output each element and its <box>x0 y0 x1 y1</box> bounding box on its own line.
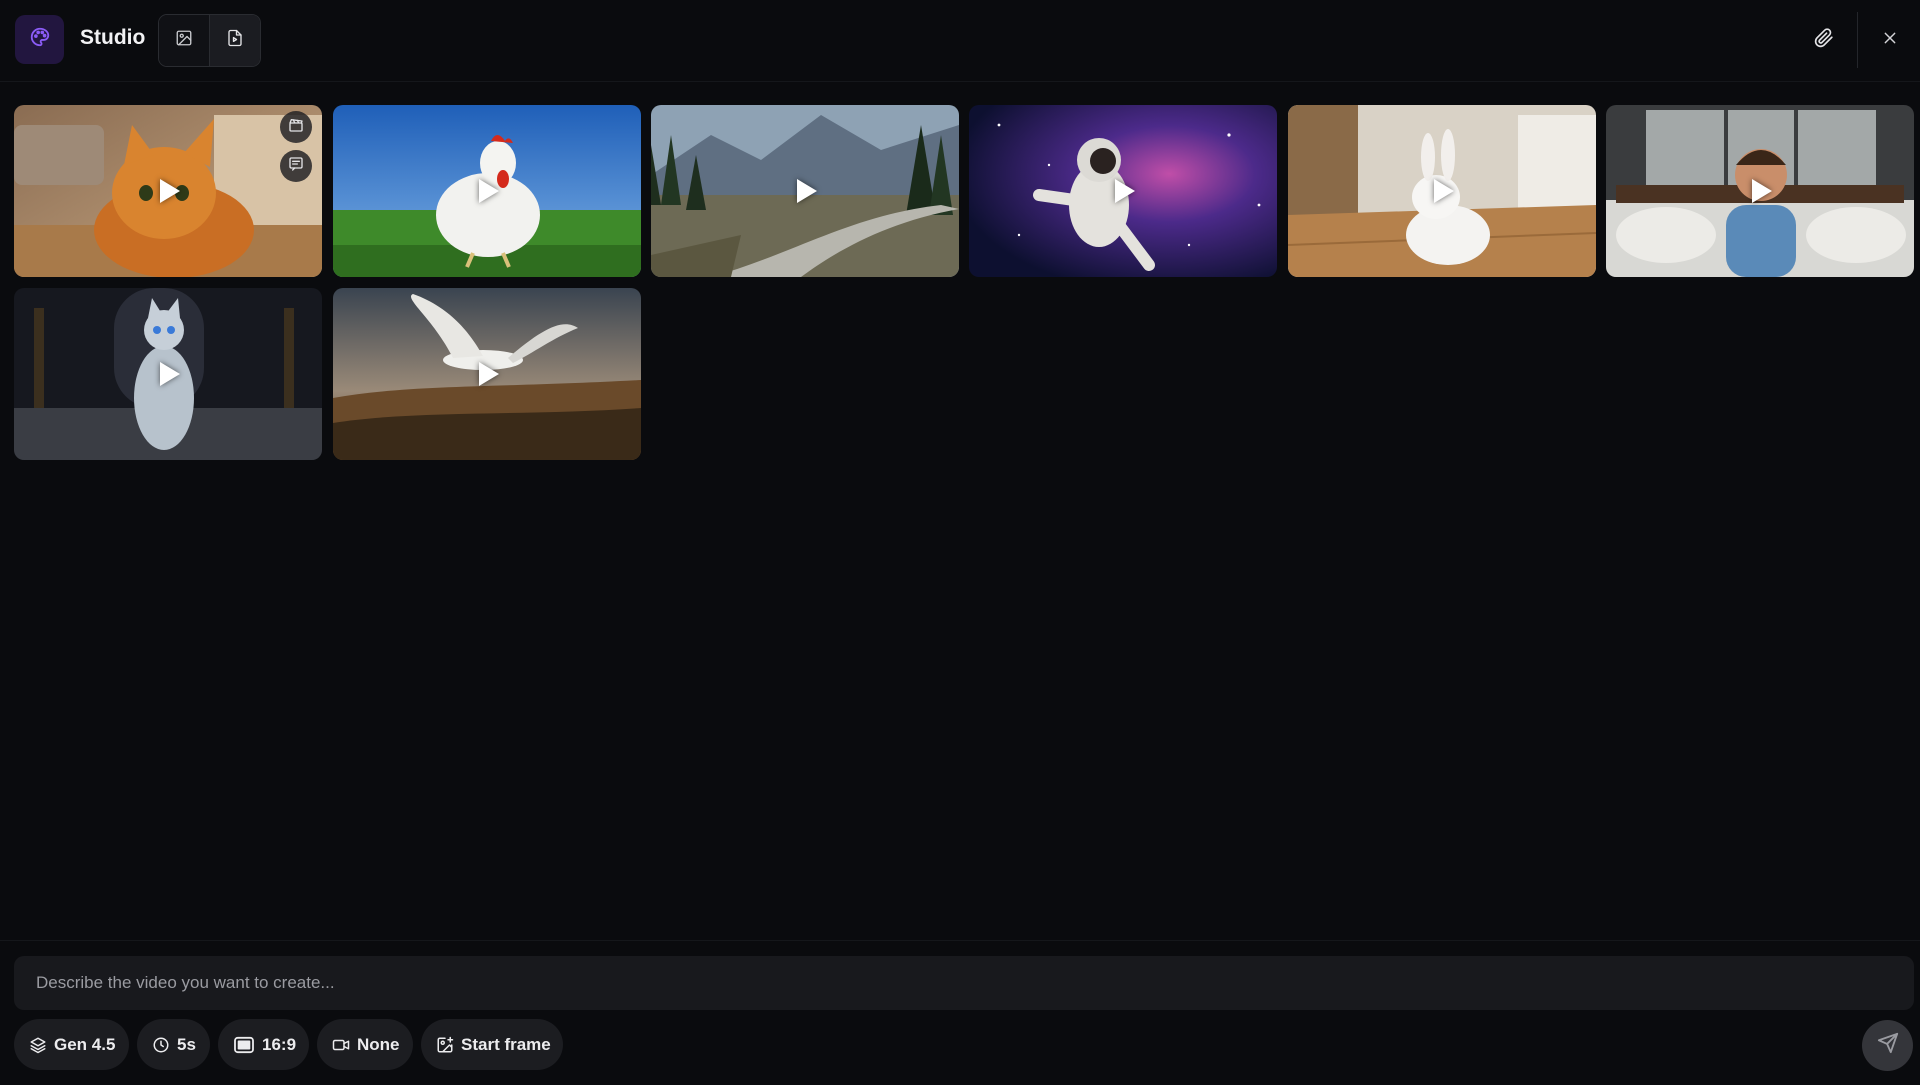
aspect-ratio-label: 16:9 <box>262 1034 297 1054</box>
app-logo <box>15 15 64 64</box>
video-thumbnail-boy-in-bed[interactable] <box>1606 105 1914 277</box>
clock-icon <box>152 1036 170 1054</box>
prompt-input[interactable] <box>14 956 1914 1010</box>
mode-switch <box>158 14 261 67</box>
camera-motion-label: None <box>357 1034 400 1054</box>
video-camera-icon <box>332 1036 350 1054</box>
video-thumbnail-rabbit[interactable] <box>1288 105 1596 277</box>
image-plus-icon <box>436 1036 454 1054</box>
close-icon <box>1882 30 1898 51</box>
clapperboard-button[interactable] <box>280 111 312 143</box>
model-label: Gen 4.5 <box>54 1034 116 1054</box>
send-button[interactable] <box>1862 1020 1913 1071</box>
video-thumbnail-cat[interactable] <box>14 105 322 277</box>
send-icon <box>1877 1032 1899 1059</box>
video-thumbnail-mountain-road[interactable] <box>651 105 959 277</box>
clapperboard-icon <box>288 117 304 138</box>
play-icon <box>160 179 180 203</box>
start-frame-label: Start frame <box>461 1034 551 1054</box>
play-icon <box>479 362 499 386</box>
video-thumbnail-astronaut[interactable] <box>969 105 1277 277</box>
model-selector[interactable]: Gen 4.5 <box>14 1019 129 1070</box>
message-icon <box>288 156 304 177</box>
close-button[interactable] <box>1872 22 1908 58</box>
attach-button[interactable] <box>1806 22 1842 58</box>
video-thumbnail-crystal-cat[interactable] <box>14 288 322 460</box>
app-title: Studio <box>80 26 146 49</box>
aspect-ratio-icon <box>233 1036 255 1054</box>
aspect-ratio-selector[interactable]: 16:9 <box>218 1019 309 1070</box>
palette-icon <box>29 26 51 53</box>
top-bar: Studio <box>0 0 1920 82</box>
image-icon <box>175 29 193 52</box>
prompt-box <box>14 956 1914 1010</box>
composer-divider <box>0 940 1920 941</box>
play-icon <box>797 179 817 203</box>
video-thumbnail-rooster[interactable] <box>333 105 641 277</box>
play-icon <box>1115 179 1135 203</box>
header-divider <box>1857 12 1858 68</box>
duration-label: 5s <box>177 1034 196 1054</box>
comment-button[interactable] <box>280 150 312 182</box>
duration-selector[interactable]: 5s <box>137 1019 210 1070</box>
image-mode-button[interactable] <box>159 15 209 66</box>
play-icon <box>1752 179 1772 203</box>
start-frame-button[interactable]: Start frame <box>421 1019 563 1070</box>
video-thumbnail-bird-over-forest[interactable] <box>333 288 641 460</box>
layers-icon <box>29 1036 47 1054</box>
video-file-icon <box>226 29 244 52</box>
play-icon <box>160 362 180 386</box>
camera-motion-selector[interactable]: None <box>317 1019 413 1070</box>
paperclip-icon <box>1814 27 1834 53</box>
play-icon <box>479 179 499 203</box>
play-icon <box>1434 179 1454 203</box>
video-mode-button[interactable] <box>209 15 260 66</box>
